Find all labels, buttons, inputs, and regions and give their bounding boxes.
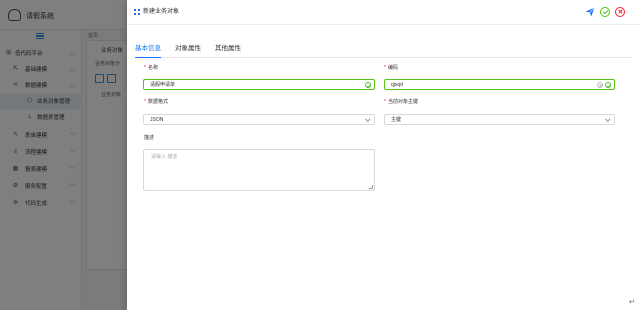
primary-key-select[interactable]: 主键: [384, 114, 615, 125]
format-select[interactable]: JSON: [143, 114, 375, 125]
code-input[interactable]: qjsqd: [384, 79, 615, 90]
check-circle-icon: [365, 82, 371, 88]
drawer-title: 新建业务对象: [143, 9, 180, 15]
name-label: * 名称: [144, 65, 158, 71]
chevron-down-icon: [364, 116, 370, 122]
chevron-down-icon: [604, 116, 610, 122]
tab-basic-info[interactable]: 基本信息: [135, 44, 161, 58]
primary-key-label: * 当前对象主键: [384, 99, 418, 105]
code-label: * 编码: [384, 65, 398, 71]
close-button[interactable]: [615, 7, 625, 17]
create-business-object-drawer: 新建业务对象 基本信息 对象属性 其他属性 * 名称 请假申请单 * 编码 qjsq…: [127, 0, 640, 310]
description-label: 描述: [144, 135, 155, 141]
format-label: * 数据格式: [144, 99, 168, 105]
check-circle-icon: [605, 82, 611, 88]
drawer-header: 新建业务对象: [127, 0, 640, 25]
return-icon: ↵: [629, 299, 635, 306]
tab-other-attributes[interactable]: 其他属性: [215, 44, 241, 58]
tab-object-attributes[interactable]: 对象属性: [175, 44, 201, 58]
grid-icon: [134, 9, 140, 15]
send-icon: [585, 7, 595, 17]
description-textarea[interactable]: 请输入 描述: [143, 149, 375, 191]
send-button[interactable]: [585, 7, 595, 17]
confirm-button[interactable]: [600, 7, 610, 17]
drawer-tabs: 基本信息 对象属性 其他属性: [135, 44, 632, 58]
resize-handle-icon[interactable]: [369, 185, 373, 189]
name-input[interactable]: 请假申请单: [143, 79, 375, 90]
clear-icon[interactable]: [597, 82, 603, 88]
